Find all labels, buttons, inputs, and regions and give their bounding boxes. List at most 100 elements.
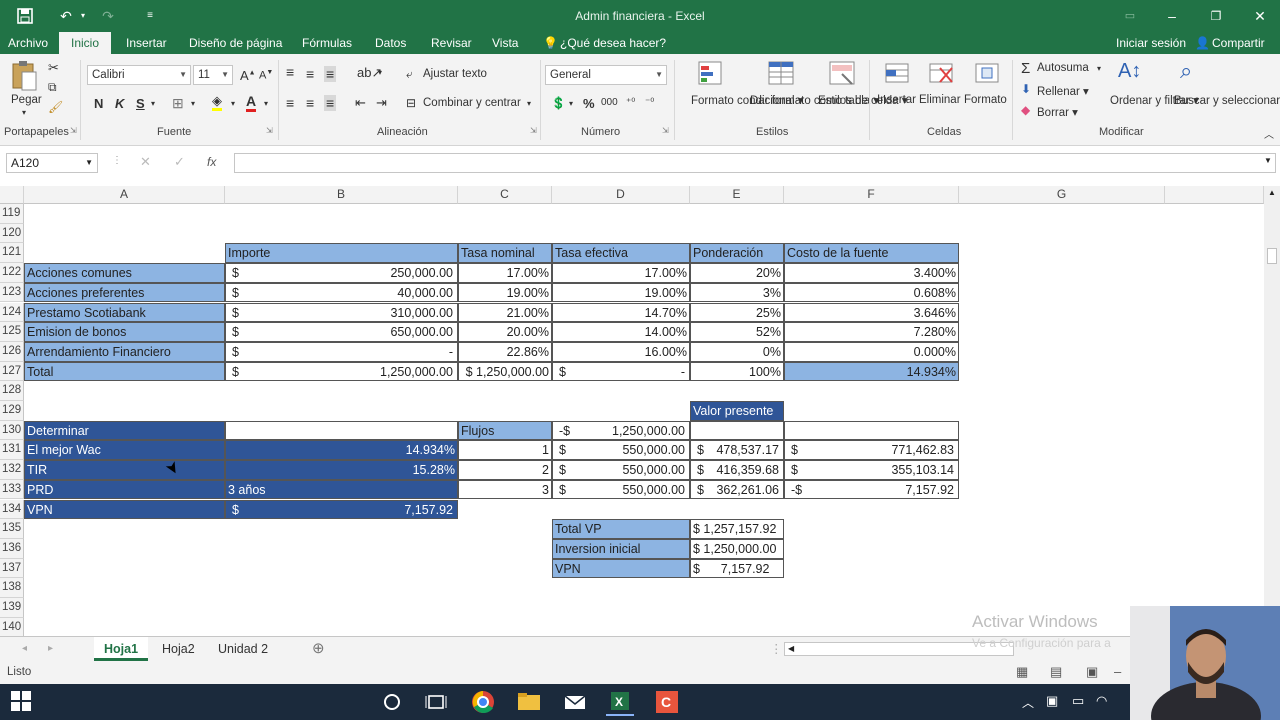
- row-header[interactable]: 134: [0, 499, 24, 520]
- tab-formulas[interactable]: Fórmulas: [302, 32, 352, 54]
- row-header[interactable]: 124: [0, 302, 24, 323]
- total-effective[interactable]: $ -: [552, 361, 690, 382]
- underline-dropdown-icon[interactable]: ▾: [151, 99, 155, 108]
- borders-icon[interactable]: ⊞: [172, 95, 184, 112]
- summary-value[interactable]: $ 1,257,157.92: [690, 519, 784, 539]
- font-size-select[interactable]: 11 ▼: [193, 65, 233, 85]
- pv-cell[interactable]: [690, 420, 784, 441]
- header-tasa-nominal[interactable]: Tasa nominal: [458, 243, 552, 264]
- col-header-a[interactable]: A: [24, 186, 225, 204]
- weight[interactable]: 0%: [690, 341, 784, 362]
- orientation-dropdown-icon[interactable]: ▾: [378, 68, 382, 77]
- row-header[interactable]: 132: [0, 460, 24, 480]
- nominal-rate[interactable]: 20.00%: [458, 322, 552, 342]
- cumulative-value[interactable]: $771,462.83: [784, 440, 959, 461]
- decrease-indent-icon[interactable]: ⇤: [355, 95, 366, 111]
- nominal-rate[interactable]: 17.00%: [458, 263, 552, 283]
- row-header[interactable]: 125: [0, 322, 24, 342]
- tray-network-icon[interactable]: ▣: [1046, 693, 1058, 709]
- autosum-icon[interactable]: Σ: [1021, 60, 1030, 77]
- format-cells-button[interactable]: Formato: [964, 94, 1007, 106]
- collapse-ribbon-icon[interactable]: ︿: [1264, 126, 1274, 141]
- initial-investment[interactable]: -$ 1,250,000.00: [552, 420, 690, 441]
- header-flujos[interactable]: Flujos: [458, 420, 552, 441]
- nominal-rate[interactable]: 21.00%: [458, 302, 552, 323]
- shrink-font-icon[interactable]: A▼: [259, 69, 273, 82]
- name-box[interactable]: A120 ▼: [6, 153, 98, 173]
- file-explorer-icon[interactable]: [515, 688, 543, 716]
- present-value[interactable]: $478,537.17: [690, 440, 784, 461]
- select-all-corner[interactable]: [0, 186, 24, 204]
- period-number[interactable]: 3: [458, 479, 552, 500]
- zoom-out-icon[interactable]: –: [1114, 664, 1121, 679]
- increase-indent-icon[interactable]: ⇥: [376, 95, 387, 111]
- number-format-select[interactable]: General ▼: [545, 65, 667, 85]
- weight[interactable]: 52%: [690, 322, 784, 342]
- total-label[interactable]: Total: [24, 361, 225, 382]
- row-header[interactable]: 138: [0, 578, 24, 598]
- period-number[interactable]: 2: [458, 460, 552, 480]
- cash-flow[interactable]: $550,000.00: [552, 479, 690, 500]
- find-select-button[interactable]: Buscar y seleccionar ▾: [1174, 94, 1280, 108]
- tray-battery-icon[interactable]: ▭: [1072, 693, 1084, 709]
- summary-label[interactable]: Inversion inicial: [552, 538, 690, 559]
- copy-icon[interactable]: ⧉: [48, 80, 57, 95]
- amount-cell[interactable]: $650,000.00: [225, 322, 458, 342]
- row-header[interactable]: 127: [0, 361, 24, 382]
- page-break-icon[interactable]: ▣: [1086, 664, 1098, 680]
- row-header[interactable]: 119: [0, 204, 24, 224]
- header-ponderacion[interactable]: Ponderación: [690, 243, 784, 264]
- fill-down-icon[interactable]: ⬇: [1021, 82, 1031, 96]
- normal-view-icon[interactable]: ▦: [1016, 664, 1028, 680]
- prev-sheet-icon[interactable]: ◂: [22, 637, 27, 661]
- autosum-dropdown-icon[interactable]: ▾: [1097, 64, 1101, 73]
- clipboard-launcher-icon[interactable]: ⇲: [70, 126, 77, 135]
- row-header[interactable]: 126: [0, 341, 24, 362]
- autosum-button[interactable]: Autosuma: [1037, 62, 1089, 74]
- italic-button[interactable]: K: [115, 96, 124, 111]
- font-launcher-icon[interactable]: ⇲: [266, 126, 273, 135]
- align-left-icon[interactable]: ≡: [286, 95, 294, 111]
- paste-button[interactable]: Pegar: [11, 94, 42, 106]
- share-button[interactable]: Compartir: [1212, 32, 1265, 54]
- weight[interactable]: 20%: [690, 263, 784, 283]
- source-name[interactable]: Prestamo Scotiabank: [24, 302, 225, 323]
- cancel-entry-icon[interactable]: ✕: [140, 154, 151, 170]
- nominal-rate[interactable]: 19.00%: [458, 282, 552, 303]
- total-wacc[interactable]: 14.934%: [784, 361, 959, 382]
- col-header-g[interactable]: G: [959, 186, 1165, 204]
- insert-function-button[interactable]: fx: [207, 155, 216, 169]
- summary-label[interactable]: El mejor Wac: [24, 440, 225, 461]
- cortana-icon[interactable]: [378, 688, 406, 716]
- cumulative-value[interactable]: -$ 7,157.92: [784, 479, 959, 500]
- summary-label[interactable]: VPN: [24, 499, 225, 520]
- task-view-icon[interactable]: [422, 688, 450, 716]
- header-valor-presente[interactable]: Valor presente: [690, 401, 784, 421]
- effective-rate[interactable]: 19.00%: [552, 282, 690, 303]
- row-header[interactable]: 137: [0, 558, 24, 579]
- col-header-b[interactable]: B: [225, 186, 458, 204]
- minimize-icon[interactable]: –: [1160, 0, 1184, 32]
- row-header[interactable]: 139: [0, 598, 24, 618]
- currency-dropdown-icon[interactable]: ▾: [569, 99, 573, 108]
- tray-chevron-icon[interactable]: ︿: [1022, 694, 1034, 711]
- merge-dropdown-icon[interactable]: ▾: [527, 99, 531, 108]
- chrome-icon[interactable]: [469, 688, 497, 716]
- row-header[interactable]: 120: [0, 223, 24, 244]
- row-header[interactable]: 130: [0, 420, 24, 441]
- col-header-d[interactable]: D: [552, 186, 690, 204]
- amount-cell[interactable]: $40,000.00: [225, 282, 458, 303]
- header-importe[interactable]: Importe: [225, 243, 458, 264]
- align-right-icon[interactable]: ≡: [324, 95, 337, 111]
- align-center-icon[interactable]: ≡: [306, 95, 314, 111]
- summary-value[interactable]: [225, 420, 458, 441]
- source-name[interactable]: Emision de bonos: [24, 322, 225, 342]
- weight[interactable]: 25%: [690, 302, 784, 323]
- insert-cells-button[interactable]: Insertar: [877, 94, 916, 106]
- tab-inicio[interactable]: Inicio: [59, 32, 112, 54]
- font-color-icon[interactable]: A: [246, 94, 257, 112]
- tab-insertar[interactable]: Insertar: [126, 32, 167, 54]
- effective-rate[interactable]: 14.00%: [552, 322, 690, 342]
- tab-archivo[interactable]: Archivo: [8, 32, 48, 54]
- underline-button[interactable]: S: [136, 96, 145, 111]
